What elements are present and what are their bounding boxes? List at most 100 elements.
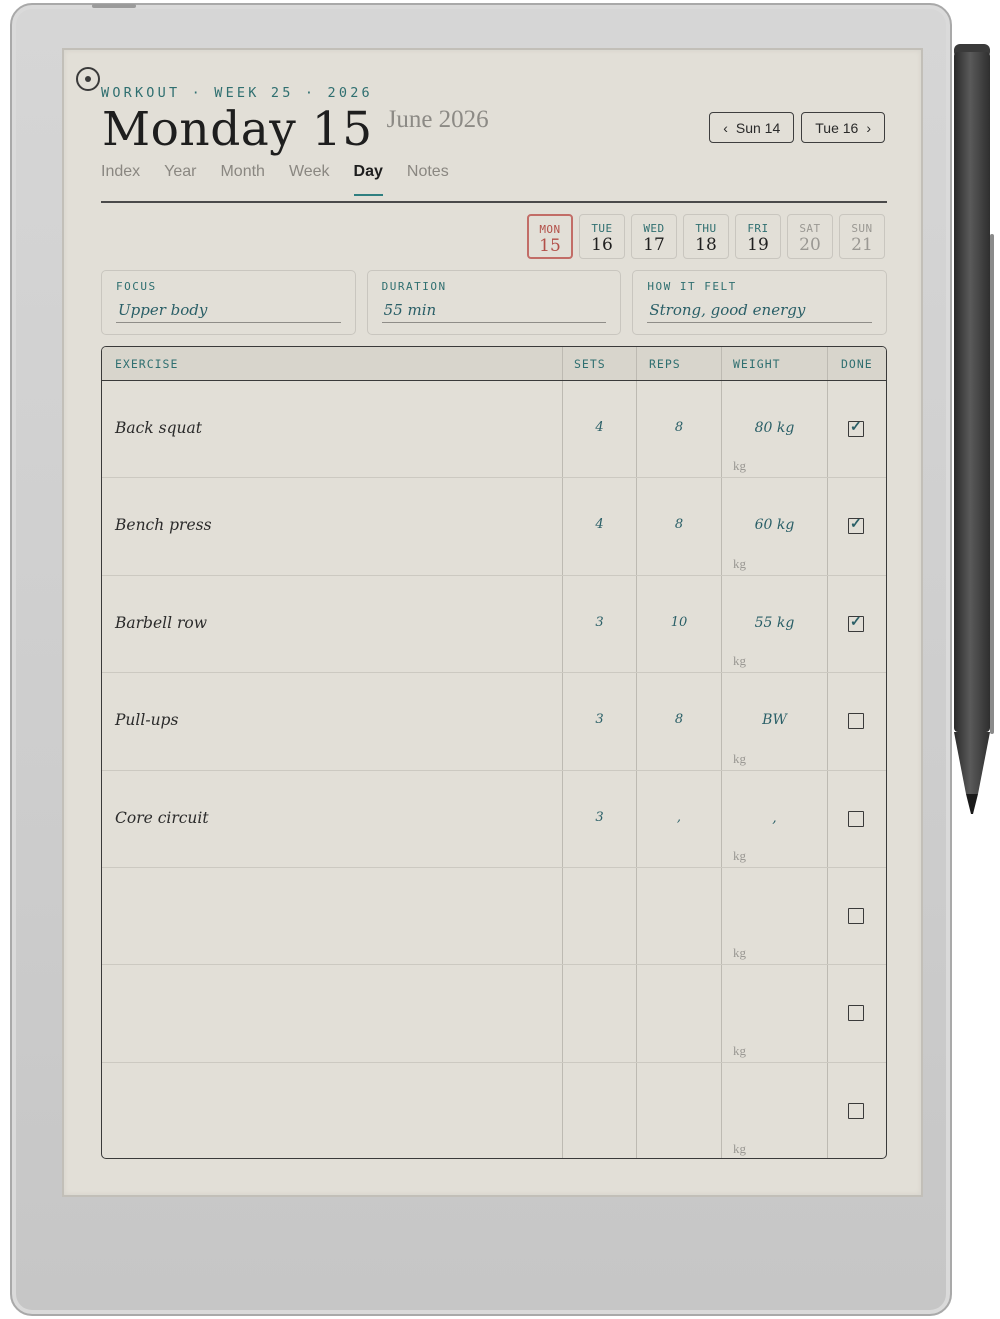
sets-value: 4	[595, 517, 604, 533]
checkbox[interactable]	[848, 1102, 864, 1119]
weight-unit: kg	[733, 945, 746, 961]
weight-cell[interactable]: kg	[722, 965, 828, 1062]
day-chip-wed[interactable]: WED 17	[631, 214, 677, 259]
exercise-cell[interactable]	[102, 1062, 563, 1158]
day-of-week: SAT	[799, 222, 821, 235]
checked-checkbox[interactable]	[848, 515, 864, 535]
tab-index[interactable]: Index	[101, 163, 140, 193]
sets-cell[interactable]: 4	[563, 478, 637, 575]
sets-cell[interactable]	[563, 867, 637, 965]
table-header: EXERCISE SETS REPS WEIGHT DONE	[102, 347, 886, 381]
reps-cell[interactable]	[637, 867, 722, 965]
day-chip-mon[interactable]: MON 15	[527, 214, 573, 259]
checked-checkbox[interactable]	[848, 418, 864, 437]
tab-month[interactable]: Month	[220, 163, 264, 193]
focus-field[interactable]: FOCUS Upper body	[101, 270, 356, 335]
weight-unit: kg	[733, 847, 746, 863]
duration-label: DURATION	[381, 280, 447, 293]
day-chip-tue[interactable]: TUE 16	[579, 214, 625, 259]
exercise-cell[interactable]: Bench press	[102, 478, 563, 575]
sets-cell[interactable]: 3	[563, 673, 637, 770]
reps-cell[interactable]: 10	[637, 575, 722, 673]
day-of-week: MON	[539, 223, 561, 236]
day-chip-sun[interactable]: SUN 21	[839, 214, 885, 259]
checkbox[interactable]	[848, 1005, 864, 1022]
chevron-left-icon: ‹	[723, 119, 728, 136]
weight-cell[interactable]: kg	[722, 1062, 828, 1158]
next-day-button[interactable]: Tue 16 ›	[801, 112, 885, 143]
title-row: Monday 15 June 2026	[102, 100, 489, 160]
tab-week[interactable]: Week	[289, 163, 330, 193]
reps-cell[interactable]: 8	[637, 381, 722, 478]
sets-cell[interactable]	[563, 965, 637, 1062]
day-date: 17	[643, 235, 665, 255]
duration-field[interactable]: DURATION 55 min	[366, 270, 622, 335]
checkbox[interactable]	[848, 907, 864, 924]
weight-cell[interactable]: kg	[722, 867, 828, 965]
header-done: DONE	[841, 356, 873, 371]
reps-cell[interactable]: 8	[637, 478, 722, 575]
done-cell	[828, 381, 886, 477]
checkbox[interactable]	[848, 810, 864, 827]
exercise-cell[interactable]: Barbell row	[102, 575, 563, 673]
weight-unit: kg	[733, 1141, 746, 1157]
checked-checkbox[interactable]	[848, 613, 864, 632]
exercise-table: EXERCISE SETS REPS WEIGHT DONE Back squa…	[101, 346, 887, 1159]
reps-cell[interactable]	[637, 965, 722, 1062]
checkbox[interactable]	[848, 713, 864, 730]
done-cell	[828, 1063, 886, 1158]
sets-cell[interactable]	[563, 1062, 637, 1158]
header-reps: REPS	[637, 347, 722, 380]
reps-cell[interactable]: ,	[637, 770, 722, 867]
reps-cell[interactable]: 8	[637, 673, 722, 770]
exercise-cell[interactable]: Core circuit	[102, 770, 563, 867]
table-row: kg	[102, 1062, 886, 1158]
table-body: Back squat4880 kgkgBench press4860 kgkgB…	[102, 381, 886, 1158]
exercise-cell[interactable]	[102, 965, 563, 1062]
day-chip-fri[interactable]: FRI 19	[735, 214, 781, 259]
reps-value: 8	[674, 517, 684, 533]
prev-day-button[interactable]: ‹ Sun 14	[709, 112, 795, 143]
day-date: 15	[539, 236, 561, 256]
weight-value: BW	[762, 712, 787, 729]
tablet-device: WORKOUT · WEEK 25 · 2026 Monday 15 June …	[10, 3, 952, 1316]
weight-cell[interactable]: BW kg	[722, 673, 828, 770]
exercise-cell[interactable]	[102, 867, 563, 965]
weight-cell[interactable]: 60 kg kg	[722, 478, 828, 575]
exercise-cell[interactable]: Pull-ups	[102, 673, 563, 770]
day-date: 19	[747, 235, 769, 255]
weight-unit: kg	[733, 653, 746, 669]
table-row: Core circuit 3,, kg	[102, 770, 886, 868]
felt-field[interactable]: HOW IT FELT Strong, good energy	[632, 270, 888, 335]
weight-cell[interactable]: 55 kg kg	[722, 575, 828, 673]
power-button	[92, 4, 136, 8]
reps-cell[interactable]	[637, 1062, 722, 1158]
tab-day[interactable]: Day	[353, 163, 384, 196]
header-sets: SETS	[563, 347, 637, 380]
sets-cell[interactable]: 4	[563, 381, 637, 478]
weight-unit: kg	[733, 1042, 746, 1058]
day-nav: ‹ Sun 14 Tue 16 ›	[709, 112, 885, 143]
exercise-name: Bench press	[115, 516, 212, 535]
weight-unit: kg	[733, 750, 746, 766]
sets-cell[interactable]: 3	[563, 770, 637, 867]
page-title: Monday 15	[102, 102, 373, 157]
tab-year[interactable]: Year	[164, 163, 196, 193]
chevron-right-icon: ›	[866, 119, 871, 136]
tab-notes[interactable]: Notes	[407, 163, 449, 193]
weight-cell[interactable]: , kg	[722, 770, 828, 867]
weight-value: 60 kg	[754, 517, 795, 534]
sets-cell[interactable]: 3	[563, 575, 637, 673]
focus-label: FOCUS	[116, 280, 157, 293]
day-chip-thu[interactable]: THU 18	[683, 214, 729, 259]
home-icon[interactable]	[76, 67, 100, 91]
weight-cell[interactable]: 80 kg kg	[722, 381, 828, 478]
done-cell	[828, 965, 886, 1061]
day-chip-sat[interactable]: SAT 20	[787, 214, 833, 259]
exercise-name: Core circuit	[115, 808, 209, 827]
day-of-week: SUN	[851, 222, 873, 235]
exercise-cell[interactable]: Back squat	[102, 381, 563, 478]
exercise-name: Pull-ups	[115, 711, 179, 730]
table-row: Back squat 4 8 80 kg kg	[102, 381, 886, 479]
day-date: 16	[591, 235, 613, 255]
